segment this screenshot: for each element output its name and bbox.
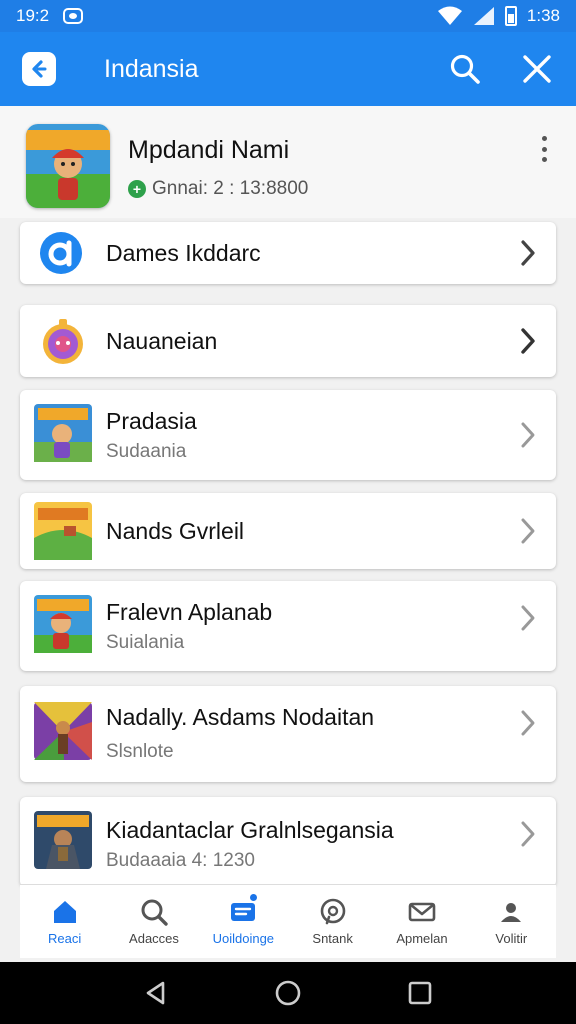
game-header: Mpdandi Nami + Gnnai: 2 : 13:8800: [0, 106, 576, 218]
nav-chat[interactable]: Sntank: [288, 885, 377, 958]
list-item[interactable]: Fralevn Aplanab Suialania: [20, 581, 556, 671]
game-meta: + Gnnai: 2 : 13:8800: [128, 178, 308, 200]
nav-home[interactable]: Reaci: [20, 885, 109, 958]
close-button[interactable]: [520, 52, 554, 86]
search-icon: [141, 899, 168, 926]
chevron-right-icon: [521, 821, 535, 847]
nav-mail[interactable]: Apmelan: [377, 885, 466, 958]
game-thumb-icon: [34, 811, 92, 869]
list-item[interactable]: Kiadantaclar Gralnlsegansia Budaaaia 4: …: [20, 797, 556, 887]
chevron-right-icon: [521, 422, 535, 448]
system-navigation-bar: [0, 962, 576, 1024]
game-meta-text: Gnnai: 2 : 13:8800: [152, 178, 309, 199]
app-bar: Indansia: [0, 32, 576, 106]
list-item-title: Nauaneian: [106, 328, 218, 354]
list-item-subtitle: Slsnlote: [106, 741, 174, 762]
status-time-right: 1:38: [526, 6, 560, 25]
list-item[interactable]: Dames Ikddarc: [20, 222, 556, 284]
nav-label: Reaci: [48, 931, 82, 946]
status-time-left: 19:2: [16, 6, 50, 25]
chevron-right-icon: [521, 240, 535, 266]
chat-notification-icon: [63, 8, 84, 24]
list-item-subtitle: Suialania: [106, 632, 185, 653]
person-icon: [501, 903, 522, 922]
game-thumb-icon: [34, 702, 92, 760]
battery-icon: [504, 6, 517, 26]
signal-icon: [473, 7, 494, 25]
chevron-right-icon: [521, 518, 535, 544]
status-bar: 19:2 1:38: [0, 0, 576, 32]
search-icon: [450, 54, 480, 84]
game-thumb-icon: [34, 595, 92, 653]
notification-dot: [248, 893, 258, 902]
list-item[interactable]: Pradasia Sudaania: [20, 390, 556, 480]
nav-label: Sntank: [312, 931, 353, 946]
bottom-navigation: Reaci Adacces Uoildoinge Sntank Apmelan …: [20, 884, 556, 958]
list-item-title: Kiadantaclar Gralnlsegansia: [106, 817, 394, 843]
chevron-right-icon: [521, 605, 535, 631]
list-item-title: Nands Gvrleil: [106, 518, 245, 544]
page-title: Indansia: [104, 54, 199, 83]
nav-label: Adacces: [129, 931, 179, 946]
nav-search[interactable]: Adacces: [109, 885, 198, 958]
game-thumb-icon: [34, 404, 92, 462]
more-options-icon[interactable]: [534, 134, 554, 164]
list-item-title: Pradasia: [106, 408, 197, 434]
list-item-subtitle: Sudaania: [106, 441, 187, 462]
list-item[interactable]: Nands Gvrleil: [20, 493, 556, 569]
chevron-right-icon: [521, 710, 535, 736]
clock-character-icon: [43, 319, 83, 364]
wifi-icon: [437, 6, 462, 25]
list-item-title: Nadally. Asdams Nodaitan: [106, 704, 375, 730]
game-cover-icon[interactable]: [26, 124, 110, 208]
nav-label: Volitir: [495, 931, 528, 946]
list-item-title: Fralevn Aplanab: [106, 599, 273, 625]
mail-icon: [408, 902, 436, 922]
home-icon: [53, 901, 76, 923]
game-thumb-icon: [34, 502, 92, 560]
system-back-icon[interactable]: [141, 978, 171, 1008]
back-arrow-icon: [32, 60, 47, 78]
nav-messages[interactable]: Uoildoinge: [199, 885, 288, 958]
list-item[interactable]: Nauaneian: [20, 305, 556, 377]
system-recents-icon[interactable]: [405, 978, 435, 1008]
search-button[interactable]: [448, 52, 482, 86]
list-item-subtitle: Budaaaia 4: 1230: [106, 850, 255, 871]
close-icon: [523, 55, 551, 83]
chevron-right-icon: [521, 328, 535, 354]
nav-profile[interactable]: Volitir: [467, 885, 556, 958]
list-item-title: Dames Ikddarc: [106, 240, 261, 266]
plus-badge-icon: +: [128, 180, 146, 198]
app-logo-icon: [40, 232, 82, 274]
game-title: Mpdandi Nami: [128, 136, 290, 164]
system-home-icon[interactable]: [273, 978, 303, 1008]
chat-icon: [320, 898, 345, 925]
list-item[interactable]: Nadally. Asdams Nodaitan Slsnlote: [20, 686, 556, 782]
nav-label: Apmelan: [396, 931, 448, 946]
nav-label: Uoildoinge: [212, 931, 275, 946]
back-button[interactable]: [22, 52, 56, 86]
